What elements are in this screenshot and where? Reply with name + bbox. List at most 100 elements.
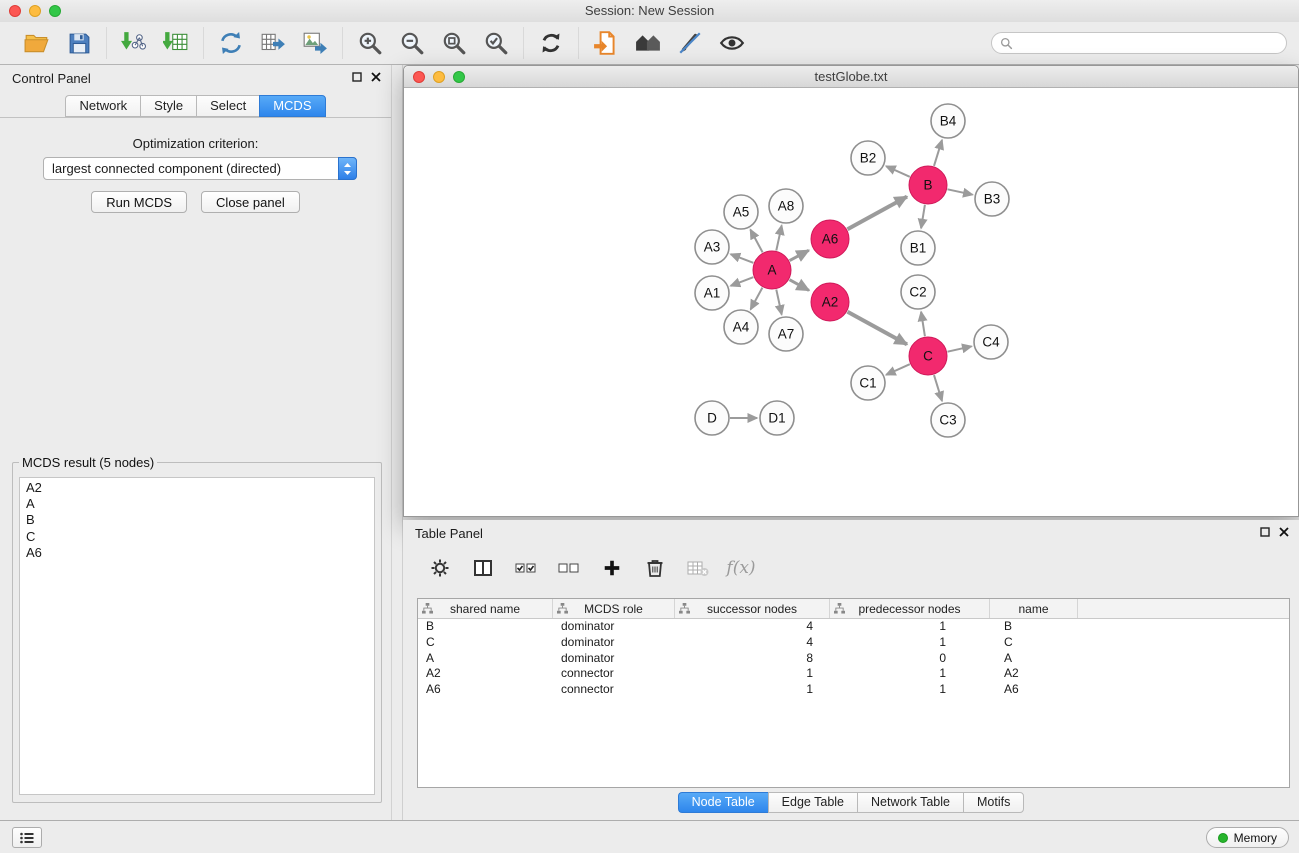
mcds-result-item[interactable]: A6 [20,545,374,561]
node-A[interactable]: A [753,251,791,289]
network-window-titlebar[interactable]: testGlobe.txt [404,66,1298,88]
column-header-successor-nodes[interactable]: successor nodes [675,599,830,618]
select-all-rows-button[interactable] [513,555,539,581]
node-C2[interactable]: C2 [901,275,935,309]
edge-A-A4[interactable] [751,288,763,310]
column-header-name[interactable]: name [990,599,1078,618]
tab-mcds[interactable]: MCDS [259,95,325,117]
edge-C-C4[interactable] [948,346,972,351]
table-row[interactable]: Bdominator41B [418,619,1289,635]
node-A4[interactable]: A4 [724,310,758,344]
zoom-out-button[interactable] [396,26,428,60]
save-session-button[interactable] [63,26,95,60]
tab-edge-table[interactable]: Edge Table [768,792,857,813]
tab-style[interactable]: Style [140,95,196,117]
edge-A2-C[interactable] [848,312,908,345]
float-table-panel-button[interactable] [1260,527,1270,537]
edge-A-A8[interactable] [776,226,781,251]
edge-A-A2[interactable] [790,280,810,291]
node-B3[interactable]: B3 [975,182,1009,216]
edge-A-A7[interactable] [776,290,781,315]
close-panel-button[interactable] [371,72,381,82]
column-header-mcds-role[interactable]: MCDS role [553,599,675,618]
node-D[interactable]: D [695,401,729,435]
deselect-all-rows-button[interactable] [556,555,582,581]
node-A1[interactable]: A1 [695,276,729,310]
node-A2[interactable]: A2 [811,283,849,321]
node-C4[interactable]: C4 [974,325,1008,359]
optimization-criterion-select[interactable]: largest connected component (directed) [43,157,357,180]
table-row[interactable]: Adominator80A [418,651,1289,667]
tab-network-table[interactable]: Network Table [857,792,963,813]
delete-row-button[interactable] [642,555,668,581]
close-panel-button-secondary[interactable]: Close panel [201,191,300,213]
node-A8[interactable]: A8 [769,189,803,223]
export-table-button[interactable] [257,26,289,60]
table-row[interactable]: A2connector11A2 [418,666,1289,682]
show-hide-button[interactable] [716,26,748,60]
show-columns-button[interactable] [470,555,496,581]
tab-select[interactable]: Select [196,95,259,117]
add-row-button[interactable] [599,555,625,581]
edge-C-C1[interactable] [886,364,910,375]
home-button[interactable] [632,26,664,60]
export-image-button[interactable] [299,26,331,60]
search-input[interactable] [1018,36,1278,51]
node-B1[interactable]: B1 [901,231,935,265]
node-B4[interactable]: B4 [931,104,965,138]
network-graph[interactable]: B4 B2 B B3 A5 A8A6 B1 A3 A C2 A1 A2 A4 A7 C4 C C1 C3 D D1 [404,88,1298,516]
table-settings-button[interactable] [427,555,453,581]
open-session-button[interactable] [21,26,53,60]
memory-button[interactable]: Memory [1206,827,1289,848]
node-C1[interactable]: C1 [851,366,885,400]
node-C3[interactable]: C3 [931,403,965,437]
edge-A6-B[interactable] [848,197,908,230]
panel-splitter[interactable] [391,65,403,820]
table-row[interactable]: A6connector11A6 [418,682,1289,698]
clone-network-button[interactable] [215,26,247,60]
zoom-selected-button[interactable] [480,26,512,60]
tab-motifs[interactable]: Motifs [963,792,1024,813]
column-header-predecessor-nodes[interactable]: predecessor nodes [830,599,990,618]
edge-C-C3[interactable] [934,375,942,401]
import-table-from-file-button[interactable] [160,26,192,60]
edge-B-B4[interactable] [934,140,942,166]
table-row[interactable]: Cdominator41C [418,635,1289,651]
tab-network[interactable]: Network [65,95,140,117]
tab-node-table[interactable]: Node Table [678,792,768,813]
node-table[interactable]: shared name MCDS role successor nodes pr… [417,598,1290,788]
task-history-button[interactable] [12,827,42,848]
node-B[interactable]: B [909,166,947,204]
mcds-result-item[interactable]: A [20,496,374,512]
edge-A-A6[interactable] [790,250,809,260]
node-A7[interactable]: A7 [769,317,803,351]
zoom-in-button[interactable] [354,26,386,60]
mcds-result-item[interactable]: C [20,529,374,545]
annotations-off-button[interactable] [674,26,706,60]
document-import-button[interactable] [590,26,622,60]
node-D1[interactable]: D1 [760,401,794,435]
run-mcds-button[interactable]: Run MCDS [91,191,187,213]
edge-A-A3[interactable] [731,254,754,263]
node-A3[interactable]: A3 [695,230,729,264]
edge-C-C2[interactable] [921,312,925,336]
node-B2[interactable]: B2 [851,141,885,175]
edge-B-B3[interactable] [948,189,973,194]
search-box[interactable] [991,32,1287,54]
float-panel-button[interactable] [352,72,362,82]
import-network-from-file-button[interactable] [118,26,150,60]
edge-B-B2[interactable] [886,166,910,177]
edge-A-A5[interactable] [750,230,762,253]
refresh-button[interactable] [535,26,567,60]
node-A6[interactable]: A6 [811,220,849,258]
mcds-result-list[interactable]: A2ABCA6 [19,477,375,795]
edge-B-B1[interactable] [921,205,925,228]
edge-A-A1[interactable] [731,277,754,286]
zoom-fit-button[interactable] [438,26,470,60]
delete-columns-button[interactable] [685,555,711,581]
mcds-result-item[interactable]: B [20,512,374,528]
function-builder-button[interactable]: f(x) [728,555,754,581]
node-A5[interactable]: A5 [724,195,758,229]
mcds-result-item[interactable]: A2 [20,480,374,496]
node-C[interactable]: C [909,337,947,375]
